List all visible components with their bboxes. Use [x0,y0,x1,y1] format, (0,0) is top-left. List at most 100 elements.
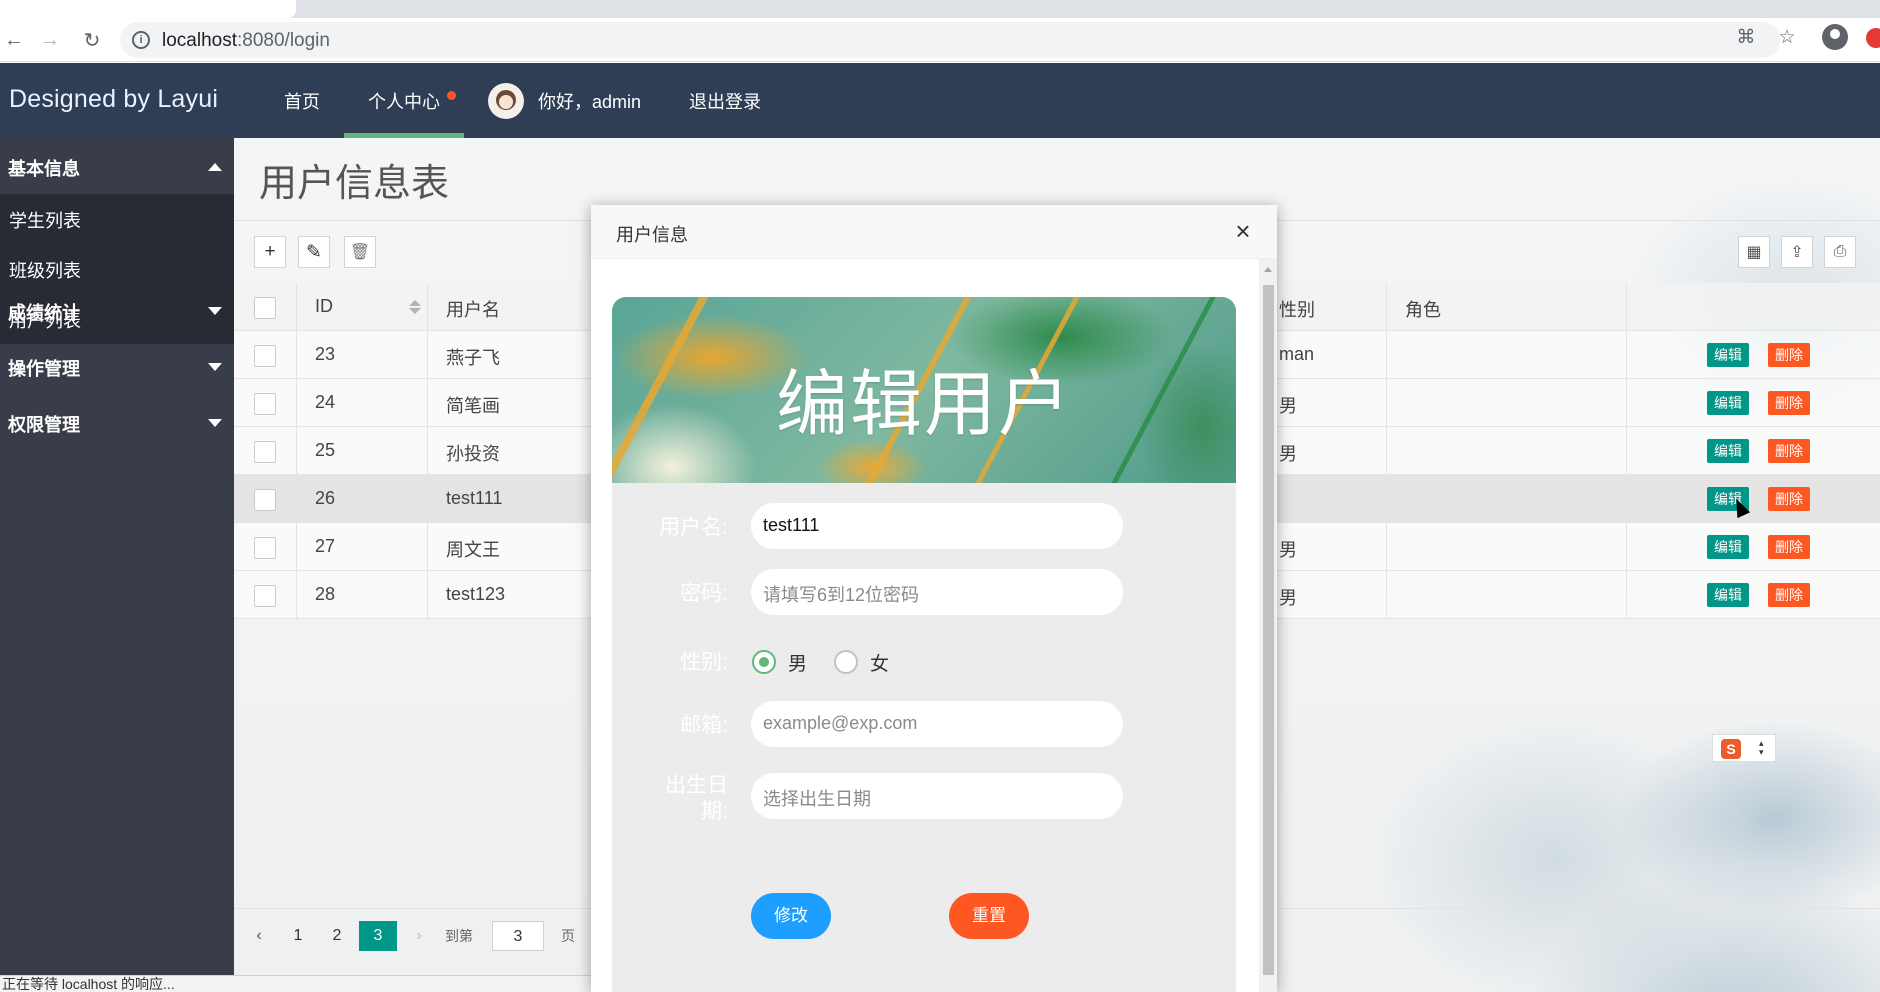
reset-button[interactable]: 重置 [949,893,1029,939]
column-header-label: ID [315,296,333,316]
checkbox-cell [234,331,297,379]
cell-gender: man [1277,331,1387,379]
column-header-id[interactable]: ID [297,283,428,331]
cell-id: 25 [297,427,428,475]
scroll-up-icon[interactable] [1264,267,1272,272]
gender-male-radio[interactable] [752,650,776,674]
sidebar-section-operations[interactable]: 操作管理 [0,338,234,394]
sidebar-section-label: 操作管理 [8,359,80,379]
logo: Designed by Layui [0,63,234,138]
caret-up-icon [208,163,222,171]
select-all-checkbox[interactable] [254,297,276,319]
sort-asc-icon[interactable] [409,300,421,306]
delete-button[interactable]: 删除 [1768,583,1810,607]
sidebar-item-student-list[interactable]: 学生列表 [0,194,234,244]
submit-button[interactable]: 修改 [751,893,831,939]
cell-id: 26 [297,475,428,523]
modal-scrollbar[interactable] [1259,259,1277,992]
delete-button[interactable]: 删除 [1768,487,1810,511]
sort-desc-icon[interactable] [409,308,421,314]
edit-button[interactable]: 编辑 [1707,535,1749,559]
nav-home[interactable]: 首页 [284,88,320,114]
page-3-current[interactable]: 3 [359,921,397,951]
translate-icon[interactable]: ⌘ [1735,26,1757,48]
forward-icon[interactable]: → [36,26,64,54]
cell-id: 28 [297,571,428,619]
row-checkbox[interactable] [254,345,276,367]
prev-page-icon[interactable]: ‹ [244,921,274,951]
edit-button[interactable]: 编辑 [1707,439,1749,463]
cell-role [1387,427,1627,475]
delete-button[interactable]: 删除 [1768,535,1810,559]
delete-button[interactable]: 删除 [1768,439,1810,463]
cell-role [1387,331,1627,379]
close-icon[interactable]: × [1230,218,1256,245]
address-bar[interactable]: i localhost:8080/login [120,22,1780,58]
reload-icon[interactable]: ↻ [78,26,106,54]
nav-personal-center[interactable]: 个人中心 [368,88,440,114]
back-icon[interactable]: ← [0,26,28,54]
sidebar-section-grades[interactable]: 成绩统计 [0,282,234,338]
page-1[interactable]: 1 [283,921,313,951]
cell-role [1387,523,1627,571]
ime-toolbar[interactable]: S ▴ ▾ [1712,734,1776,762]
gender-male-label[interactable]: 男 [788,649,807,676]
password-input[interactable]: 请填写6到12位密码 [751,569,1123,615]
page-2[interactable]: 2 [322,921,352,951]
address-url[interactable]: localhost:8080/login [162,30,330,52]
sidebar-section-permissions[interactable]: 权限管理 [0,394,234,450]
email-input[interactable]: example@exp.com [751,701,1123,747]
browser-tab[interactable] [0,0,296,18]
scrollbar-thumb[interactable] [1263,285,1274,975]
column-header-role: 角色 [1387,283,1627,331]
add-icon[interactable]: + [254,236,286,268]
checkbox-cell [234,475,297,523]
cell-gender: 男 [1277,571,1387,619]
goto-page-input[interactable]: 3 [492,921,544,951]
row-checkbox[interactable] [254,585,276,607]
ime-arrows-icon[interactable]: ▴ ▾ [1759,739,1764,757]
browser-toolbar: ← → ↻ i localhost:8080/login ⌘ ☆ [0,18,1880,62]
banner-title: 编辑用户 [775,365,1072,445]
gender-female-radio[interactable] [834,650,858,674]
print-icon[interactable]: ⎙ [1824,236,1856,268]
export-icon[interactable]: ⇪ [1781,236,1813,268]
next-page-icon[interactable]: › [404,921,434,951]
row-checkbox[interactable] [254,393,276,415]
browser-tab-strip [0,0,1880,18]
caret-down-icon [208,307,222,315]
columns-filter-icon[interactable]: ▦ [1738,236,1770,268]
bookmark-star-icon[interactable]: ☆ [1776,26,1798,48]
username-input[interactable]: test111 [751,503,1123,549]
extension-icon[interactable] [1866,28,1880,48]
site-info-icon[interactable]: i [132,31,150,49]
edit-pencil-icon[interactable]: ✎ [298,236,330,268]
user-info-modal: 用户信息 × 编辑用户 用户名: test111 密码: 请填写6到12位密码 … [591,205,1277,992]
checkbox-cell [234,379,297,427]
checkbox-cell [234,427,297,475]
edit-button[interactable]: 编辑 [1707,391,1749,415]
cell-username: 燕子飞 [446,348,500,368]
row-checkbox[interactable] [254,489,276,511]
url-host: localhost [162,30,237,51]
delete-button[interactable]: 删除 [1768,343,1810,367]
sogou-ime-icon[interactable]: S [1721,739,1741,759]
avatar[interactable] [488,83,524,119]
column-header-gender: 性别 [1277,283,1387,331]
birthdate-input[interactable]: 选择出生日期 [751,773,1123,819]
modal-header: 用户信息 × [591,205,1277,259]
profile-icon[interactable] [1822,24,1848,50]
gender-female-label[interactable]: 女 [870,649,889,676]
nav-greeting[interactable]: 你好，admin [538,88,641,114]
cell-role [1387,475,1627,523]
row-checkbox[interactable] [254,537,276,559]
row-checkbox[interactable] [254,441,276,463]
edit-button[interactable]: 编辑 [1707,343,1749,367]
email-label: 邮箱: [680,714,728,737]
trash-icon[interactable]: 🗑 [344,236,376,268]
nav-logout[interactable]: 退出登录 [689,88,761,114]
edit-button[interactable]: 编辑 [1707,583,1749,607]
cell-id: 23 [297,331,428,379]
sidebar-section-basic-info[interactable]: 基本信息 [0,138,234,194]
delete-button[interactable]: 删除 [1768,391,1810,415]
